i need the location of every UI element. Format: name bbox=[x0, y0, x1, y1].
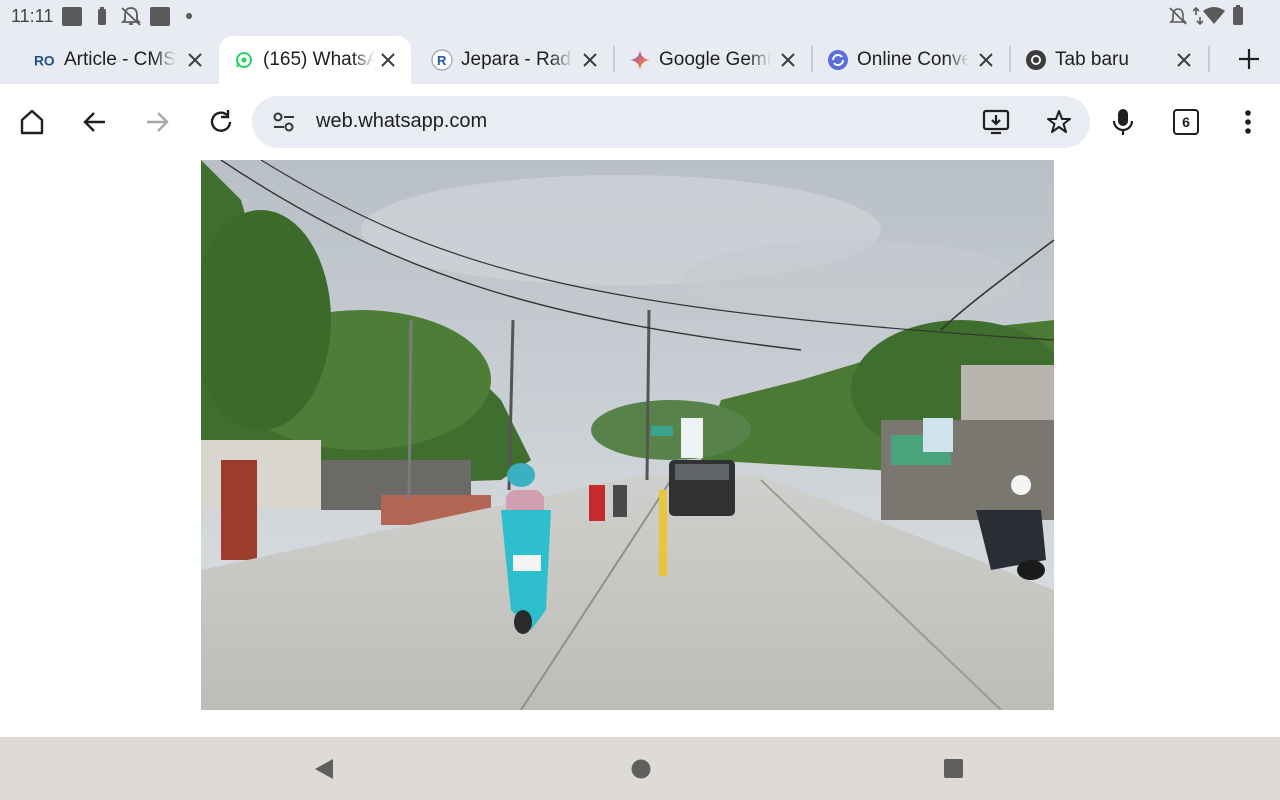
tab-title: Online Converter bbox=[857, 49, 969, 70]
home-icon bbox=[20, 109, 44, 135]
bookmark-star-icon[interactable] bbox=[1046, 109, 1072, 135]
data-transfer-icon bbox=[1193, 6, 1203, 26]
address-bar[interactable]: web.whatsapp.com bbox=[252, 96, 1090, 148]
chrome-icon bbox=[1025, 49, 1047, 71]
ro-logo-icon: RO bbox=[34, 49, 56, 71]
tab-google-gemini[interactable]: Google Gemini bbox=[615, 36, 811, 84]
image-notification-icon bbox=[150, 7, 170, 26]
status-time: 11:11 bbox=[11, 6, 54, 26]
nav-back-icon[interactable] bbox=[313, 757, 335, 781]
forward-arrow-icon bbox=[147, 112, 169, 132]
tab-strip: RO Article - CMS (165) WhatsApp R Jepara… bbox=[0, 32, 1280, 84]
install-app-icon[interactable] bbox=[982, 108, 1010, 136]
more-vert-icon bbox=[1245, 110, 1251, 134]
microphone-icon bbox=[1112, 109, 1134, 135]
tab-title: Jepara - Radar bbox=[461, 49, 573, 70]
close-tab-icon[interactable] bbox=[975, 49, 997, 71]
url-text[interactable]: web.whatsapp.com bbox=[316, 110, 487, 133]
svg-text:RO: RO bbox=[34, 54, 55, 69]
tab-article-cms[interactable]: RO Article - CMS bbox=[20, 36, 218, 84]
site-settings-icon[interactable] bbox=[272, 111, 296, 133]
browser-toolbar: web.whatsapp.com 6 bbox=[0, 84, 1280, 160]
close-tab-icon[interactable] bbox=[579, 49, 601, 71]
tab-title: Article - CMS bbox=[64, 49, 176, 70]
tab-whatsapp[interactable]: (165) WhatsApp bbox=[219, 36, 411, 84]
image-notification-icon bbox=[62, 7, 82, 26]
tab-count: 6 bbox=[1173, 109, 1199, 135]
nav-home-icon[interactable] bbox=[630, 758, 652, 780]
system-navigation-bar bbox=[0, 737, 1280, 800]
battery-saver-icon bbox=[98, 7, 106, 25]
tab-switcher-button[interactable]: 6 bbox=[1170, 106, 1202, 138]
reload-button[interactable] bbox=[205, 106, 237, 138]
street-photo-image[interactable] bbox=[201, 160, 1054, 710]
more-notifications-dot-icon bbox=[186, 13, 192, 19]
notifications-muted-icon bbox=[1169, 7, 1187, 25]
tab-separator bbox=[1208, 46, 1210, 72]
voice-search-button[interactable] bbox=[1107, 106, 1139, 138]
back-arrow-icon bbox=[83, 112, 105, 132]
home-button[interactable] bbox=[16, 106, 48, 138]
close-tab-icon[interactable] bbox=[777, 49, 799, 71]
tab-title: (165) WhatsApp bbox=[263, 49, 375, 70]
alarm-off-icon bbox=[120, 7, 142, 26]
svg-text:R: R bbox=[437, 53, 447, 68]
tab-title: Google Gemini bbox=[659, 49, 771, 70]
whatsapp-icon bbox=[233, 49, 255, 71]
tab-title: Tab baru bbox=[1055, 49, 1129, 70]
radar-r-logo-icon: R bbox=[431, 49, 453, 71]
close-tab-icon[interactable] bbox=[377, 49, 399, 71]
new-tab-plus-icon[interactable] bbox=[1236, 46, 1262, 72]
tab-jepara-radar[interactable]: R Jepara - Radar bbox=[417, 36, 613, 84]
page-content bbox=[0, 160, 1280, 737]
gemini-sparkle-icon bbox=[629, 49, 651, 71]
status-bar: 11:11 bbox=[0, 0, 1280, 32]
back-button[interactable] bbox=[79, 106, 111, 138]
forward-button[interactable] bbox=[141, 106, 173, 138]
converter-icon bbox=[827, 49, 849, 71]
close-tab-icon[interactable] bbox=[1173, 49, 1195, 71]
close-tab-icon[interactable] bbox=[184, 49, 206, 71]
wifi-icon bbox=[1203, 7, 1225, 24]
nav-recents-icon[interactable] bbox=[943, 758, 964, 779]
tab-new-tab[interactable]: Tab baru bbox=[1011, 36, 1207, 84]
tab-online-converter[interactable]: Online Converter bbox=[813, 36, 1009, 84]
more-menu-button[interactable] bbox=[1232, 106, 1264, 138]
reload-icon bbox=[210, 110, 232, 132]
battery-icon bbox=[1233, 5, 1243, 25]
